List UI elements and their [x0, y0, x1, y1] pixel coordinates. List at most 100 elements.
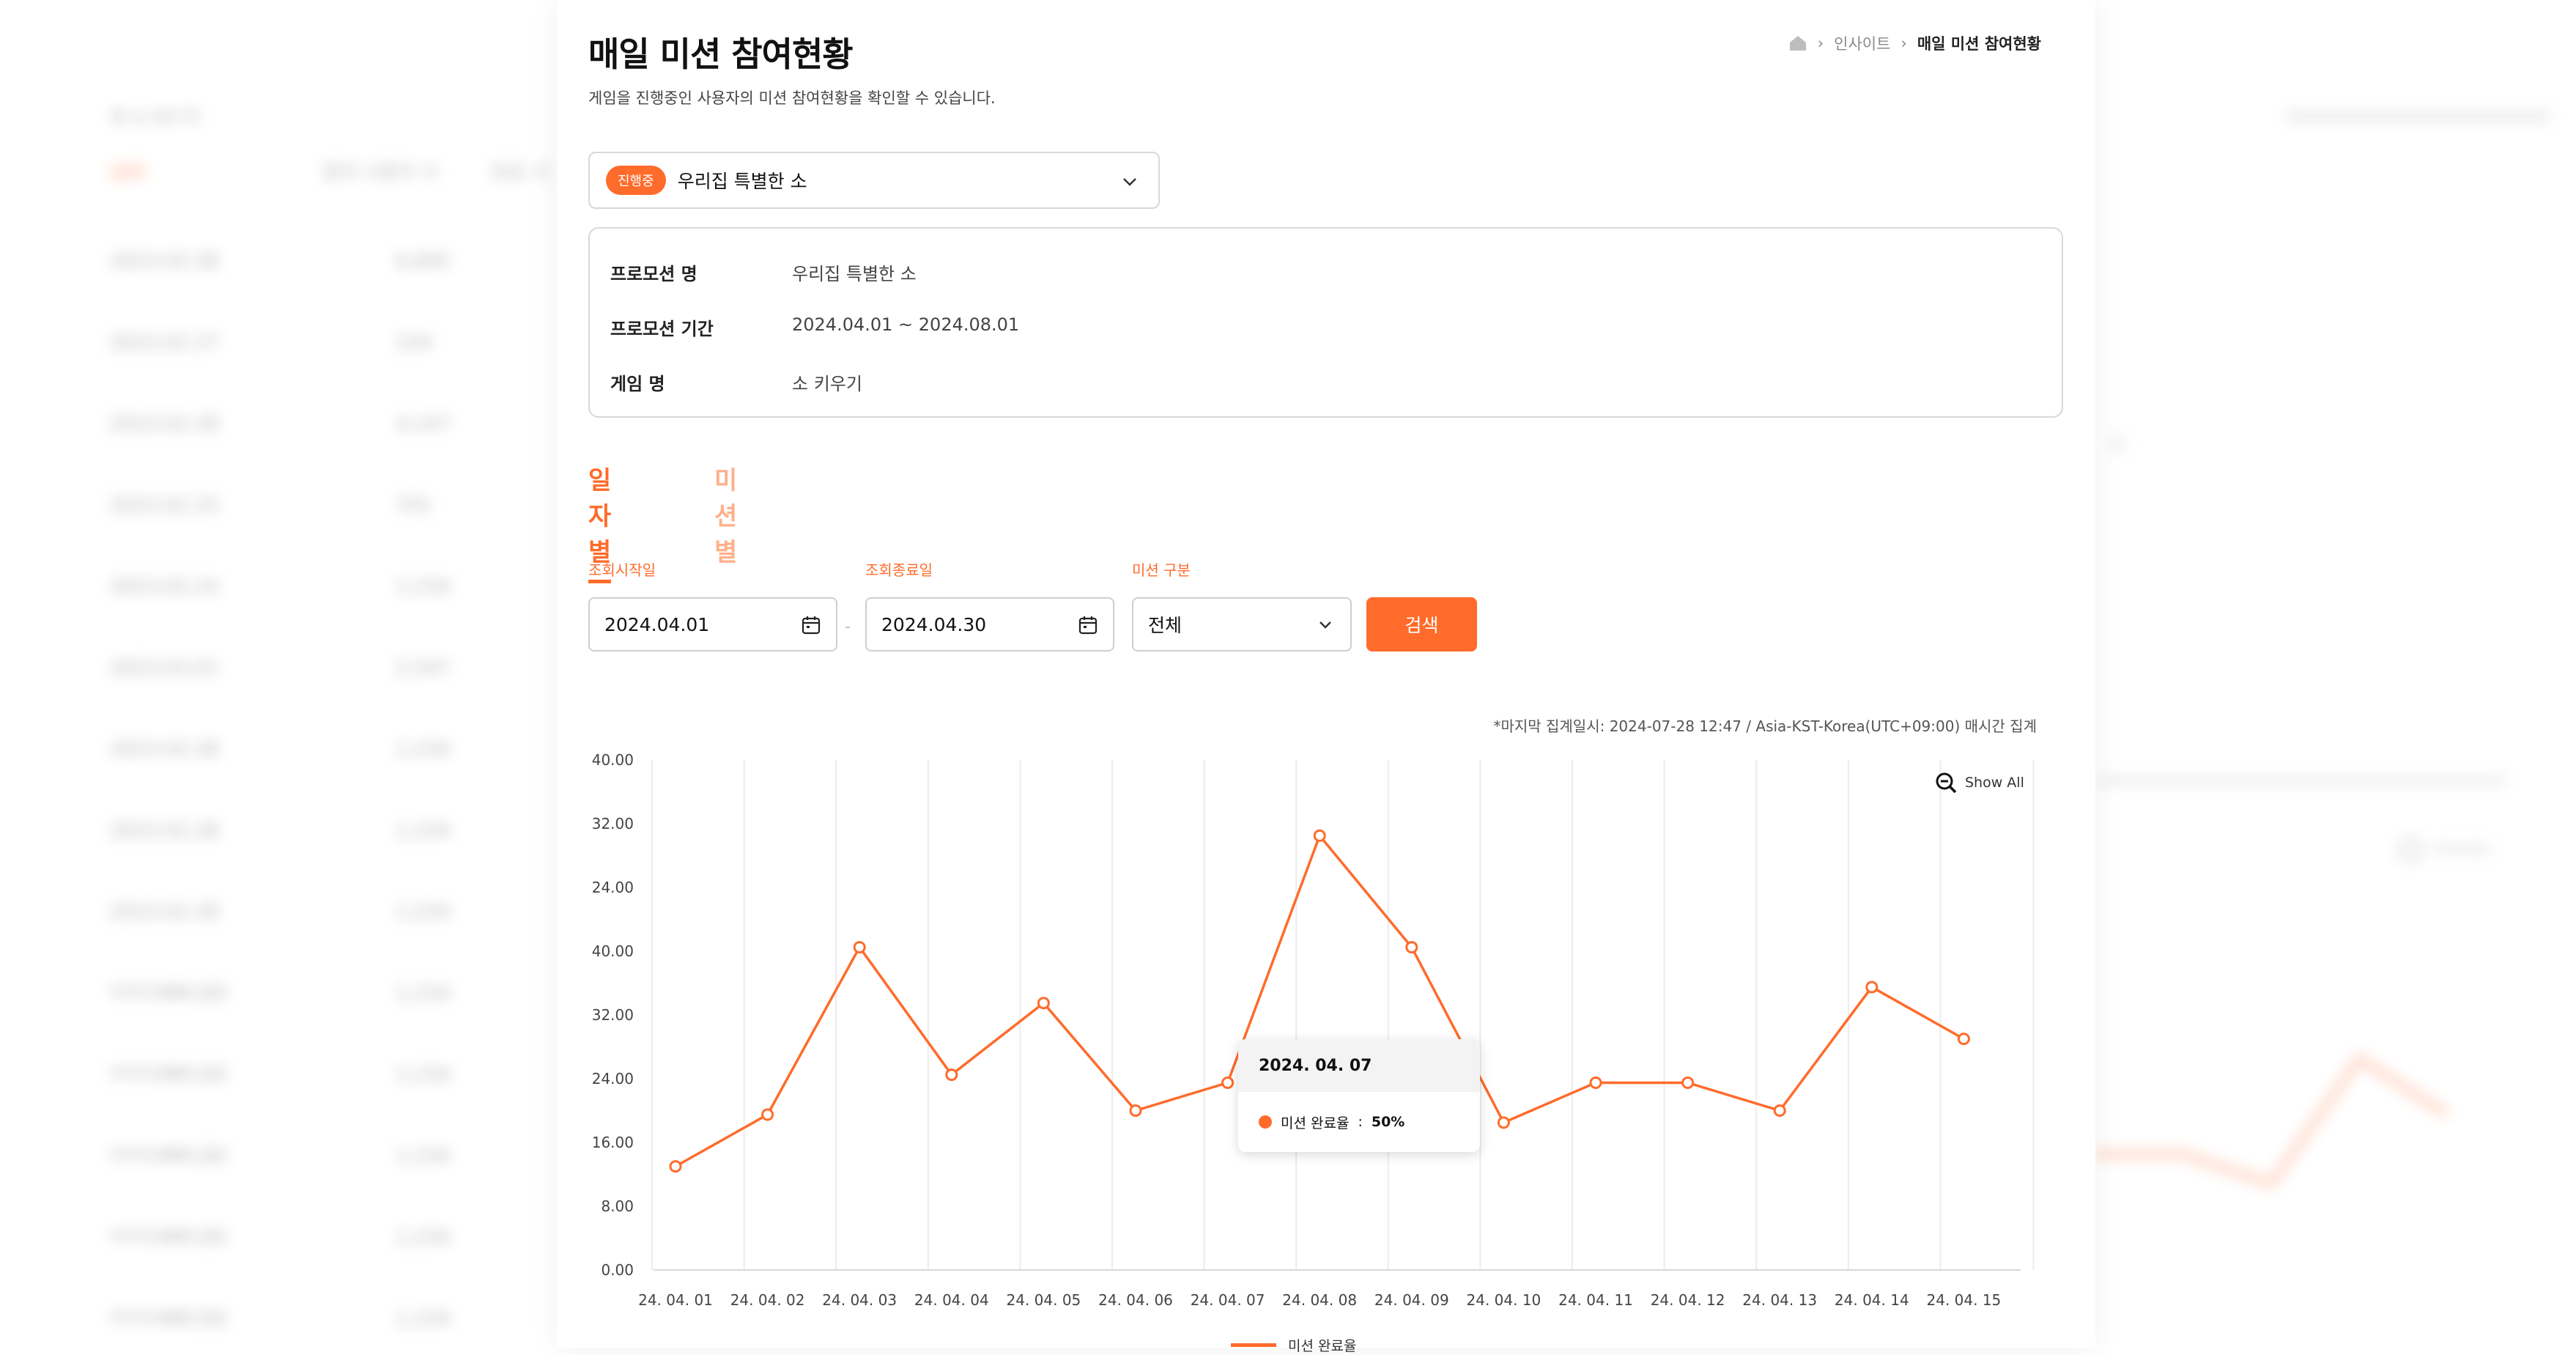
start-date-input[interactable]: 2024.04.01	[588, 597, 837, 651]
x-tick-label: 24. 04. 01	[638, 1291, 713, 1309]
y-tick-label: 40.00	[592, 942, 634, 960]
data-point	[1957, 1033, 1970, 1046]
tooltip-series-dot	[1259, 1115, 1272, 1129]
background-total-count: 총 6,387개	[110, 107, 199, 128]
zoom-out-icon	[1936, 772, 1957, 794]
x-tick-label: 24. 04. 05	[1007, 1291, 1081, 1309]
background-cell-count: 234	[396, 332, 432, 354]
end-date-input[interactable]: 2024.04.30	[865, 597, 1114, 651]
status-badge: 진행중	[606, 166, 666, 195]
background-cell-count: 4,147	[396, 413, 451, 435]
start-date-label: 조회시작일	[588, 561, 656, 579]
start-date-value: 2024.04.01	[604, 613, 710, 635]
y-tick-label: 16.00	[592, 1134, 634, 1151]
background-cell-count: 1,234	[396, 983, 451, 1005]
home-icon[interactable]	[1788, 34, 1807, 52]
x-tick-label: 24. 04. 07	[1191, 1291, 1265, 1309]
background-cell-count: 6,845	[396, 251, 451, 273]
legend-swatch	[1231, 1343, 1276, 1347]
y-tick-label: 32.00	[592, 815, 634, 832]
background-cell-count: 1,234	[396, 1227, 451, 1249]
mission-type-label: 미션 구분	[1132, 561, 1191, 579]
background-cell-date: 2023.02.28	[110, 820, 219, 842]
mission-type-select[interactable]: 전체	[1132, 597, 1352, 651]
y-tick-label: 24.00	[592, 879, 634, 896]
tooltip-date: 2024. 04. 07	[1238, 1039, 1480, 1092]
x-tick-label: 24. 04. 02	[730, 1291, 805, 1309]
info-label: 프로모션 명	[610, 264, 697, 284]
tab-by-mission[interactable]: 미션별	[714, 460, 737, 580]
background-col-date: 날짜	[110, 162, 145, 184]
background-cell-count: 2,547	[396, 657, 451, 679]
breadcrumb-item-current: 매일 미션 참여현황	[1917, 35, 2041, 53]
data-point	[1037, 997, 1050, 1010]
data-point	[761, 1108, 774, 1121]
tooltip-body: 미션 완료율 : 50%	[1238, 1092, 1480, 1152]
chevron-down-icon	[1320, 621, 1331, 629]
legend-label: 미션 완료율	[1288, 1338, 1357, 1354]
background-cell-date: YYYY.MM.DD	[110, 1064, 227, 1086]
show-all-label: Show All	[1965, 775, 2024, 791]
background-cell-count: 1,234	[396, 1064, 451, 1086]
info-value: 소 키우기	[792, 374, 862, 394]
x-tick-label: 24. 04. 10	[1467, 1291, 1541, 1309]
background-cell-date: YYYY.MM.DD	[110, 1308, 227, 1330]
background-table-panel: 총 6,387개 날짜 참여 사용자 수 완료 사 2023.02.28 6,84…	[0, 0, 557, 1348]
data-point	[945, 1068, 958, 1082]
background-cell-date: YYYY.MM.DD	[110, 983, 227, 1005]
data-point	[1221, 1076, 1235, 1089]
info-value: 2024.04.01 ~ 2024.08.01	[792, 314, 1020, 335]
tooltip-colon: :	[1358, 1114, 1363, 1130]
calendar-icon[interactable]	[1078, 615, 1098, 635]
background-cell-date: 2023.03.01	[110, 657, 219, 679]
y-tick-label: 24.00	[592, 1070, 634, 1088]
search-button[interactable]: 검색	[1366, 597, 1477, 651]
background-cell-count: 1,234	[396, 1145, 451, 1167]
data-point	[1773, 1104, 1786, 1117]
background-cell-date: 2023.02.28	[110, 901, 219, 923]
chart-tooltip: 2024. 04. 07 미션 완료율 : 50%	[1238, 1039, 1480, 1152]
background-chart-panel	[2095, 0, 2576, 1348]
x-tick-label: 24. 04. 11	[1558, 1291, 1633, 1309]
chart-legend[interactable]: 미션 완료율	[1231, 1335, 1356, 1355]
background-cell-date: YYYY.MM.DD	[110, 1227, 227, 1249]
data-point	[1497, 1116, 1510, 1129]
background-cell-date: 2023.02.28	[110, 413, 219, 435]
background-cell-date: 2023.02.25	[110, 495, 219, 517]
page-description: 게임을 진행중인 사용자의 미션 참여현황을 확인할 수 있습니다.	[588, 89, 996, 107]
promotion-info-box: 프로모션 명 우리집 특별한 소 프로모션 기간 2024.04.01 ~ 20…	[588, 227, 2063, 418]
y-tick-label: 8.00	[601, 1197, 634, 1215]
promotion-select[interactable]: 진행중 우리집 특별한 소	[588, 152, 1160, 209]
tooltip-series-name: 미션 완료율	[1281, 1115, 1350, 1131]
background-cell-count: 701	[396, 495, 432, 517]
show-all-button[interactable]: Show All	[1934, 771, 2024, 794]
breadcrumb-item-insight[interactable]: 인사이트	[1834, 32, 1890, 54]
promotion-select-value: 우리집 특별한 소	[677, 171, 807, 192]
x-tick-label: 24. 04. 15	[1927, 1291, 2002, 1309]
mission-type-value: 전체	[1148, 615, 1182, 636]
end-date-value: 2024.04.30	[881, 613, 987, 635]
x-tick-label: 24. 04. 08	[1282, 1291, 1357, 1309]
background-cell-count: 1,234	[396, 576, 451, 598]
background-cell-date: 2023.02.28	[110, 251, 219, 273]
x-tick-label: 24. 04. 13	[1742, 1291, 1817, 1309]
x-tick-label: 24. 04. 14	[1835, 1291, 1909, 1309]
data-point	[1313, 829, 1326, 842]
end-date-label: 조회종료일	[865, 561, 933, 579]
data-point	[853, 941, 866, 954]
data-point	[1681, 1076, 1695, 1089]
info-value: 우리집 특별한 소	[792, 264, 917, 284]
chevron-down-icon	[1123, 178, 1136, 186]
background-cell-count: 1,234	[396, 739, 451, 761]
data-point	[1589, 1076, 1602, 1089]
info-label: 게임 명	[610, 374, 665, 394]
tooltip-value: 50%	[1371, 1114, 1405, 1130]
background-cell-date: 2023.02.28	[110, 739, 219, 761]
y-tick-label: 40.00	[592, 751, 634, 769]
background-chart-ghost	[2095, 110, 2550, 1190]
y-tick-label: 0.00	[601, 1261, 634, 1279]
calendar-icon[interactable]	[801, 615, 821, 635]
breadcrumb-separator-icon: ›	[1817, 34, 1824, 52]
background-col-complete: 완료 사	[491, 162, 550, 184]
data-point	[669, 1160, 682, 1173]
